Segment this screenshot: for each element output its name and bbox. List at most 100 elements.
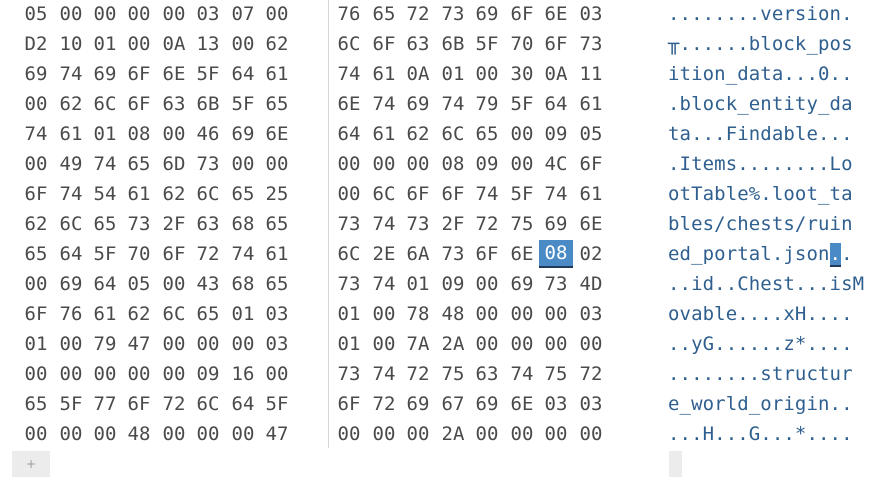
hex-byte[interactable]: 73: [122, 210, 156, 238]
hex-byte[interactable]: 00: [401, 420, 435, 448]
hex-byte[interactable]: 75: [539, 360, 573, 388]
hex-byte[interactable]: 47: [260, 420, 294, 448]
hex-byte[interactable]: 00: [470, 300, 504, 328]
hex-byte[interactable]: 01: [436, 60, 470, 88]
hex-byte[interactable]: 00: [157, 330, 191, 358]
hex-byte[interactable]: 72: [401, 0, 435, 28]
hex-byte[interactable]: 65: [260, 270, 294, 298]
hex-byte[interactable]: 00: [191, 330, 225, 358]
ascii-row[interactable]: .block_entity_da: [668, 90, 853, 120]
hex-byte[interactable]: 00: [157, 420, 191, 448]
hex-byte[interactable]: 6F: [436, 180, 470, 208]
hex-byte[interactable]: 73: [191, 150, 225, 178]
hex-byte[interactable]: 00: [367, 300, 401, 328]
hex-byte[interactable]: 74: [367, 270, 401, 298]
hex-byte[interactable]: 5F: [470, 30, 504, 58]
hex-byte[interactable]: 74: [54, 60, 88, 88]
ascii-row[interactable]: ╥......block_pos: [668, 30, 853, 60]
hex-byte[interactable]: 74: [226, 240, 260, 268]
hex-byte[interactable]: 61: [54, 120, 88, 148]
hex-byte[interactable]: 08: [436, 150, 470, 178]
hex-byte[interactable]: 69: [470, 0, 504, 28]
hex-byte[interactable]: 61: [574, 180, 608, 208]
hex-byte[interactable]: 5F: [54, 390, 88, 418]
hex-byte[interactable]: 00: [88, 0, 122, 28]
hex-byte[interactable]: 00: [260, 0, 294, 28]
hex-byte[interactable]: 6F: [19, 180, 53, 208]
hex-byte[interactable]: 00: [226, 330, 260, 358]
hex-byte[interactable]: 74: [539, 180, 573, 208]
hex-byte[interactable]: 5F: [260, 390, 294, 418]
hex-byte[interactable]: 08: [122, 120, 156, 148]
ascii-row[interactable]: ition_data...0..: [668, 60, 853, 90]
add-row-button[interactable]: +: [12, 451, 50, 477]
hex-byte[interactable]: 00: [332, 150, 366, 178]
hex-byte[interactable]: 74: [88, 150, 122, 178]
hex-byte[interactable]: 00: [539, 420, 573, 448]
hex-byte[interactable]: 73: [539, 270, 573, 298]
ascii-row[interactable]: ..yG......z*....: [668, 330, 853, 360]
hex-byte[interactable]: 2E: [367, 240, 401, 268]
hex-byte[interactable]: 03: [260, 300, 294, 328]
hex-byte[interactable]: 74: [367, 90, 401, 118]
hex-byte[interactable]: 07: [226, 0, 260, 28]
hex-byte[interactable]: 00: [332, 420, 366, 448]
hex-byte[interactable]: 73: [436, 240, 470, 268]
hex-byte[interactable]: 00: [470, 420, 504, 448]
hex-byte[interactable]: 00: [505, 120, 539, 148]
selected-ascii-char[interactable]: .: [829, 243, 842, 267]
hex-byte[interactable]: 62: [260, 30, 294, 58]
ascii-row[interactable]: ovable....xH....: [668, 300, 853, 330]
hex-byte[interactable]: 00: [226, 150, 260, 178]
hex-byte[interactable]: 6C: [54, 210, 88, 238]
hex-byte[interactable]: 00: [88, 360, 122, 388]
hex-byte[interactable]: 00: [122, 0, 156, 28]
hex-byte[interactable]: 61: [260, 60, 294, 88]
ascii-row[interactable]: ta...Findable...: [668, 120, 853, 150]
hex-byte[interactable]: 6C: [88, 90, 122, 118]
hex-byte[interactable]: 6A: [401, 240, 435, 268]
hex-byte[interactable]: 6C: [157, 300, 191, 328]
hex-byte[interactable]: 5F: [88, 240, 122, 268]
hex-byte[interactable]: 7A: [401, 330, 435, 358]
ascii-row[interactable]: ........structur: [668, 360, 853, 390]
hex-byte[interactable]: 01: [226, 300, 260, 328]
hex-byte[interactable]: D2: [19, 30, 53, 58]
hex-byte[interactable]: 65: [367, 0, 401, 28]
hex-byte[interactable]: 74: [54, 180, 88, 208]
hex-byte[interactable]: 03: [574, 390, 608, 418]
hex-byte[interactable]: 00: [19, 150, 53, 178]
hex-byte[interactable]: 00: [574, 330, 608, 358]
ascii-row[interactable]: bles/chests/ruin: [668, 210, 853, 240]
hex-byte[interactable]: 0A: [539, 60, 573, 88]
hex-byte[interactable]: 61: [122, 180, 156, 208]
hex-byte[interactable]: 64: [88, 270, 122, 298]
hex-byte[interactable]: 6F: [539, 30, 573, 58]
hex-byte[interactable]: 61: [367, 60, 401, 88]
hex-byte[interactable]: 65: [191, 300, 225, 328]
hex-byte[interactable]: 6E: [260, 120, 294, 148]
hex-byte[interactable]: 74: [470, 180, 504, 208]
hex-byte[interactable]: 74: [505, 360, 539, 388]
hex-byte[interactable]: 63: [191, 210, 225, 238]
hex-byte[interactable]: 73: [436, 0, 470, 28]
hex-byte[interactable]: 6B: [436, 30, 470, 58]
hex-byte[interactable]: 68: [226, 210, 260, 238]
hex-byte[interactable]: 63: [401, 30, 435, 58]
hex-byte[interactable]: 62: [401, 120, 435, 148]
hex-byte[interactable]: 6C: [332, 240, 366, 268]
hex-byte[interactable]: 00: [505, 420, 539, 448]
hex-byte[interactable]: 64: [226, 60, 260, 88]
hex-byte[interactable]: 00: [401, 150, 435, 178]
hex-byte[interactable]: 67: [436, 390, 470, 418]
hex-byte[interactable]: 03: [574, 300, 608, 328]
hex-byte[interactable]: 6F: [122, 60, 156, 88]
hex-byte[interactable]: 6F: [367, 30, 401, 58]
hex-byte[interactable]: 76: [54, 300, 88, 328]
hex-byte[interactable]: 48: [436, 300, 470, 328]
hex-byte[interactable]: 6E: [157, 60, 191, 88]
hex-byte[interactable]: 65: [88, 210, 122, 238]
hex-byte[interactable]: 6F: [332, 390, 366, 418]
hex-byte[interactable]: 03: [191, 0, 225, 28]
hex-byte[interactable]: 4C: [539, 150, 573, 178]
